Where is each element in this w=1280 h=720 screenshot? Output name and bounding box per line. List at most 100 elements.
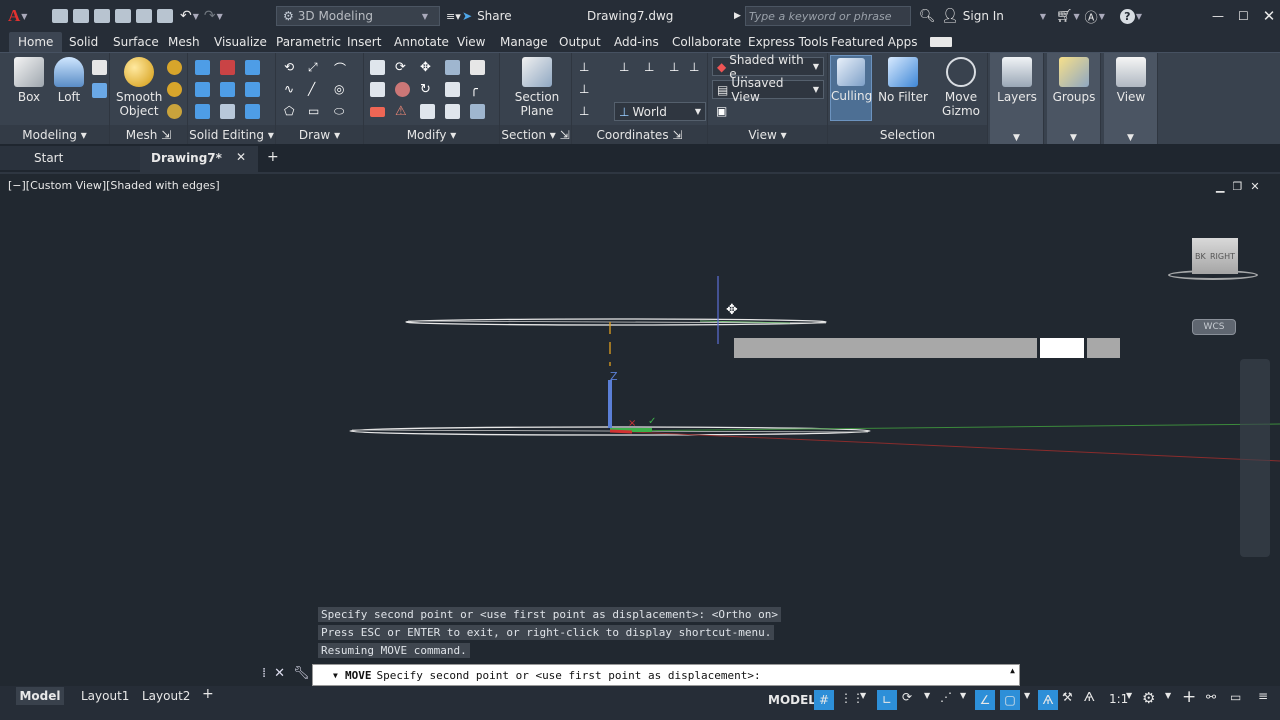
maximize-icon[interactable]: ☐: [1238, 9, 1249, 23]
tab-express-tools[interactable]: Express Tools: [748, 35, 828, 49]
panel-title-mesh[interactable]: Mesh ⇲: [110, 125, 187, 145]
help-icon[interactable]: ?: [1119, 8, 1135, 24]
undo-icon[interactable]: ↶: [180, 8, 192, 24]
open-file-icon[interactable]: [73, 9, 89, 23]
layers-button[interactable]: Layers: [994, 57, 1040, 104]
tab-parametric[interactable]: Parametric: [276, 35, 341, 49]
ellipse-icon[interactable]: ⬭: [334, 104, 349, 119]
offset-icon[interactable]: [370, 82, 385, 97]
mesh-smooth-less-icon[interactable]: [167, 82, 182, 97]
tab-layout2[interactable]: Layout2: [142, 689, 190, 703]
command-history-toggle-icon[interactable]: ▲: [1010, 666, 1015, 675]
web-save-icon[interactable]: [136, 9, 152, 23]
separate-icon[interactable]: [245, 104, 260, 119]
view-button[interactable]: View: [1108, 57, 1154, 104]
share-button[interactable]: ➤ Share: [462, 0, 512, 32]
object-snap-tracking-icon[interactable]: ∠: [975, 690, 995, 710]
section-plane-button[interactable]: Section Plane: [514, 57, 560, 118]
fillet-edge-icon[interactable]: [220, 104, 235, 119]
stretch-icon[interactable]: [445, 104, 460, 119]
panel-title-coordinates[interactable]: Coordinates ⇲: [572, 125, 707, 145]
tab-manage[interactable]: Manage: [500, 35, 548, 49]
chevron-down-icon[interactable]: ▼: [217, 12, 223, 21]
annotation-scale-icon[interactable]: Ѧ: [1084, 690, 1095, 704]
dynamic-input-field[interactable]: [1040, 338, 1084, 358]
rotate-icon[interactable]: ↻: [420, 82, 435, 97]
panel-view-tools[interactable]: View ▼: [1104, 53, 1158, 145]
chevron-down-icon[interactable]: ▼: [860, 691, 866, 700]
panel-title-modeling[interactable]: Modeling ▾: [0, 125, 109, 145]
mirror-icon[interactable]: [370, 60, 385, 75]
panel-groups[interactable]: Groups ▼: [1047, 53, 1101, 145]
close-icon[interactable]: ✕: [236, 150, 246, 164]
chevron-down-icon[interactable]: ▼: [1165, 691, 1171, 700]
search-icon[interactable]: 🔍︎: [919, 9, 936, 24]
tab-drawing[interactable]: Drawing7* ✕: [140, 146, 258, 172]
workspace-dropdown[interactable]: ⚙ 3D Modeling ▼: [276, 6, 440, 26]
sign-in-button[interactable]: 👤︎ Sign In ▼: [941, 0, 1051, 32]
hardware-acceleration-icon[interactable]: ⚯: [1206, 690, 1216, 704]
add-layout-icon[interactable]: +: [202, 686, 214, 702]
wcs-menu[interactable]: WCS: [1192, 319, 1236, 335]
rectangle-icon[interactable]: ▭: [308, 104, 323, 119]
scale-icon[interactable]: [445, 82, 460, 97]
polygon-icon[interactable]: ⬠: [284, 104, 299, 119]
chevron-down-icon[interactable]: ▼: [924, 691, 930, 700]
polyline-icon[interactable]: ⟲: [284, 60, 299, 75]
intersect-icon[interactable]: [245, 60, 260, 75]
cart-icon[interactable]: 🛒︎: [1056, 9, 1073, 24]
3d-rotate-icon[interactable]: ⟳: [395, 60, 410, 75]
panel-title-view[interactable]: View ▾: [708, 125, 827, 145]
tab-annotate[interactable]: Annotate: [394, 35, 449, 49]
trim-icon[interactable]: [470, 60, 485, 75]
slice-icon[interactable]: [220, 82, 235, 97]
customize-wrench-icon[interactable]: 🔧︎: [293, 666, 310, 681]
object-snap-icon[interactable]: ▢: [1000, 690, 1020, 710]
chevron-down-icon[interactable]: ▼: [1074, 12, 1080, 21]
ribbon-toggle-icon[interactable]: [930, 37, 952, 47]
dynamic-input-option[interactable]: [1087, 338, 1120, 358]
panel-title-section[interactable]: Section ▾ ⇲: [500, 125, 571, 145]
chevron-down-icon[interactable]: ▼: [1126, 691, 1132, 700]
panel-layers[interactable]: Layers ▼: [990, 53, 1044, 145]
tab-home[interactable]: Home: [9, 32, 63, 54]
tab-output[interactable]: Output: [559, 35, 601, 49]
copy-icon[interactable]: [420, 104, 435, 119]
viewport-config-icon[interactable]: ▣: [716, 104, 731, 119]
plot-icon[interactable]: [157, 9, 173, 23]
search-input[interactable]: Type a keyword or phrase: [744, 6, 911, 26]
erase-icon[interactable]: [370, 107, 385, 117]
viewcube-face[interactable]: BK RIGHT: [1192, 238, 1238, 274]
command-line-close-icon[interactable]: ✕: [274, 666, 285, 681]
chevron-down-icon[interactable]: ▼: [1099, 12, 1105, 21]
arc-icon[interactable]: ⌒: [334, 60, 349, 76]
no-filter-button[interactable]: No Filter: [878, 57, 928, 104]
groups-button[interactable]: Groups: [1051, 57, 1097, 104]
gear-icon[interactable]: ⚙: [1142, 689, 1155, 707]
revolve-icon[interactable]: [92, 83, 107, 98]
interfere-icon[interactable]: [195, 82, 210, 97]
line-icon[interactable]: ╱: [308, 82, 323, 97]
box-button[interactable]: Box: [12, 57, 46, 104]
navigation-bar[interactable]: [1240, 359, 1270, 557]
isodraft-icon[interactable]: ⋰: [940, 690, 952, 704]
command-line-grip-icon[interactable]: ⁞: [262, 666, 266, 681]
loft-button[interactable]: Loft: [52, 57, 86, 104]
chevron-down-icon[interactable]: ▼: [990, 133, 1043, 143]
app-menu-button[interactable]: A ▼: [8, 0, 32, 32]
3d-mirror-icon[interactable]: ⚠: [395, 104, 410, 119]
ortho-icon[interactable]: ∟: [877, 690, 897, 710]
menu-icon[interactable]: ≡▾: [446, 10, 461, 23]
ucs-origin-icon[interactable]: ⊥: [619, 60, 634, 75]
mesh-smooth-more-icon[interactable]: [167, 60, 182, 75]
smooth-object-button[interactable]: Smooth Object: [116, 57, 162, 118]
tab-surface[interactable]: Surface: [113, 35, 159, 49]
viewcube[interactable]: BK RIGHT: [1164, 234, 1262, 284]
ucs-dropdown[interactable]: ⊥ World ▼: [614, 102, 706, 121]
tab-model[interactable]: Model: [16, 687, 64, 705]
tab-layout1[interactable]: Layout1: [81, 689, 129, 703]
chevron-down-icon[interactable]: ▼: [1024, 691, 1030, 700]
ucs-icon[interactable]: ⊥: [579, 60, 594, 75]
panel-title-draw[interactable]: Draw ▾: [276, 125, 363, 145]
tab-visualize[interactable]: Visualize: [214, 35, 267, 49]
